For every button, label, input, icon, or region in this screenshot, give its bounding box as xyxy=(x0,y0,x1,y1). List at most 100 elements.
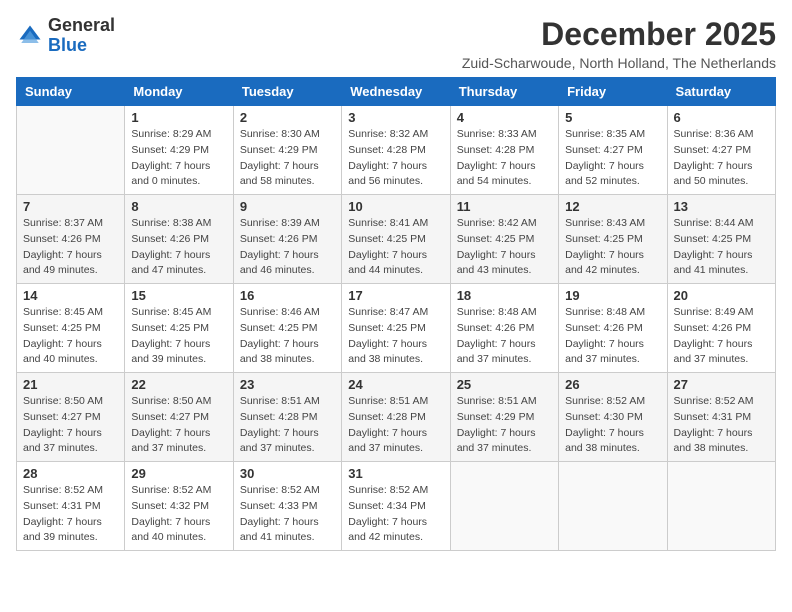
day-number: 8 xyxy=(131,199,226,214)
table-row: 2 Sunrise: 8:30 AMSunset: 4:29 PMDaylight… xyxy=(233,106,341,195)
day-info: Sunrise: 8:46 AMSunset: 4:25 PMDaylight:… xyxy=(240,305,335,368)
table-row: 4 Sunrise: 8:33 AMSunset: 4:28 PMDaylight… xyxy=(450,106,558,195)
table-row: 25Sunrise: 8:51 AMSunset: 4:29 PMDayligh… xyxy=(450,373,558,462)
day-number: 23 xyxy=(240,377,335,392)
day-number: 17 xyxy=(348,288,443,303)
table-row: 21Sunrise: 8:50 AMSunset: 4:27 PMDayligh… xyxy=(17,373,125,462)
table-row: 9Sunrise: 8:39 AMSunset: 4:26 PMDaylight… xyxy=(233,195,341,284)
table-row: 20Sunrise: 8:49 AMSunset: 4:26 PMDayligh… xyxy=(667,284,775,373)
table-row: 31 Sunrise: 8:52 AMSunset: 4:34 PMDayligh… xyxy=(342,462,450,551)
col-tuesday: Tuesday xyxy=(233,78,341,106)
day-info: Sunrise: 8:33 AMSunset: 4:28 PMDaylight:… xyxy=(457,127,552,190)
day-number: 4 xyxy=(457,110,552,125)
title-section: December 2025 Zuid-Scharwoude, North Hol… xyxy=(462,16,776,71)
day-info: Sunrise: 8:52 AMSunset: 4:30 PMDaylight:… xyxy=(565,394,660,457)
table-row: 26 Sunrise: 8:52 AMSunset: 4:30 PMDayligh… xyxy=(559,373,667,462)
table-row: 14 Sunrise: 8:45 AMSunset: 4:25 PMDayligh… xyxy=(17,284,125,373)
day-info: Sunrise: 8:30 AMSunset: 4:29 PMDaylight:… xyxy=(240,127,335,190)
day-info: Sunrise: 8:51 AMSunset: 4:28 PMDaylight:… xyxy=(348,394,443,457)
day-number: 18 xyxy=(457,288,552,303)
day-number: 28 xyxy=(23,466,118,481)
day-info: Sunrise: 8:29 AMSunset: 4:29 PMDaylight:… xyxy=(131,127,226,190)
calendar-table: Sunday Monday Tuesday Wednesday Thursday… xyxy=(16,77,776,551)
day-number: 20 xyxy=(674,288,769,303)
day-number: 1 xyxy=(131,110,226,125)
col-sunday: Sunday xyxy=(17,78,125,106)
col-saturday: Saturday xyxy=(667,78,775,106)
table-row: 5 Sunrise: 8:35 AMSunset: 4:27 PMDaylight… xyxy=(559,106,667,195)
day-info: Sunrise: 8:48 AMSunset: 4:26 PMDaylight:… xyxy=(565,305,660,368)
table-row: 13 Sunrise: 8:44 AMSunset: 4:25 PMDayligh… xyxy=(667,195,775,284)
table-row: 10 Sunrise: 8:41 AMSunset: 4:25 PMDayligh… xyxy=(342,195,450,284)
calendar-week-row: 28 Sunrise: 8:52 AMSunset: 4:31 PMDayligh… xyxy=(17,462,776,551)
day-info: Sunrise: 8:42 AMSunset: 4:25 PMDaylight:… xyxy=(457,216,552,279)
table-row: 7 Sunrise: 8:37 AMSunset: 4:26 PMDaylight… xyxy=(17,195,125,284)
calendar-week-row: 1 Sunrise: 8:29 AMSunset: 4:29 PMDaylight… xyxy=(17,106,776,195)
day-number: 22 xyxy=(131,377,226,392)
table-row: 22Sunrise: 8:50 AMSunset: 4:27 PMDayligh… xyxy=(125,373,233,462)
table-row: 1 Sunrise: 8:29 AMSunset: 4:29 PMDaylight… xyxy=(125,106,233,195)
day-info: Sunrise: 8:39 AMSunset: 4:26 PMDaylight:… xyxy=(240,216,335,279)
day-number: 10 xyxy=(348,199,443,214)
day-number: 2 xyxy=(240,110,335,125)
logo-text: General Blue xyxy=(48,16,115,56)
day-info: Sunrise: 8:37 AMSunset: 4:26 PMDaylight:… xyxy=(23,216,118,279)
table-row: 12Sunrise: 8:43 AMSunset: 4:25 PMDayligh… xyxy=(559,195,667,284)
col-wednesday: Wednesday xyxy=(342,78,450,106)
table-row: 17 Sunrise: 8:47 AMSunset: 4:25 PMDayligh… xyxy=(342,284,450,373)
day-info: Sunrise: 8:43 AMSunset: 4:25 PMDaylight:… xyxy=(565,216,660,279)
day-number: 29 xyxy=(131,466,226,481)
day-number: 15 xyxy=(131,288,226,303)
table-row: 24Sunrise: 8:51 AMSunset: 4:28 PMDayligh… xyxy=(342,373,450,462)
day-info: Sunrise: 8:52 AMSunset: 4:33 PMDaylight:… xyxy=(240,483,335,546)
col-monday: Monday xyxy=(125,78,233,106)
day-info: Sunrise: 8:35 AMSunset: 4:27 PMDaylight:… xyxy=(565,127,660,190)
table-row: 8Sunrise: 8:38 AMSunset: 4:26 PMDaylight… xyxy=(125,195,233,284)
logo: General Blue xyxy=(16,16,115,56)
table-row: 16 Sunrise: 8:46 AMSunset: 4:25 PMDayligh… xyxy=(233,284,341,373)
day-info: Sunrise: 8:45 AMSunset: 4:25 PMDaylight:… xyxy=(131,305,226,368)
day-number: 30 xyxy=(240,466,335,481)
day-info: Sunrise: 8:47 AMSunset: 4:25 PMDaylight:… xyxy=(348,305,443,368)
table-row xyxy=(450,462,558,551)
calendar-week-row: 21Sunrise: 8:50 AMSunset: 4:27 PMDayligh… xyxy=(17,373,776,462)
calendar-week-row: 7 Sunrise: 8:37 AMSunset: 4:26 PMDaylight… xyxy=(17,195,776,284)
day-info: Sunrise: 8:36 AMSunset: 4:27 PMDaylight:… xyxy=(674,127,769,190)
day-number: 27 xyxy=(674,377,769,392)
day-number: 26 xyxy=(565,377,660,392)
day-number: 5 xyxy=(565,110,660,125)
table-row xyxy=(17,106,125,195)
day-number: 16 xyxy=(240,288,335,303)
table-row: 23 Sunrise: 8:51 AMSunset: 4:28 PMDayligh… xyxy=(233,373,341,462)
day-number: 31 xyxy=(348,466,443,481)
table-row: 18Sunrise: 8:48 AMSunset: 4:26 PMDayligh… xyxy=(450,284,558,373)
table-row: 28 Sunrise: 8:52 AMSunset: 4:31 PMDayligh… xyxy=(17,462,125,551)
day-info: Sunrise: 8:52 AMSunset: 4:34 PMDaylight:… xyxy=(348,483,443,546)
table-row xyxy=(559,462,667,551)
day-info: Sunrise: 8:41 AMSunset: 4:25 PMDaylight:… xyxy=(348,216,443,279)
day-info: Sunrise: 8:44 AMSunset: 4:25 PMDaylight:… xyxy=(674,216,769,279)
day-info: Sunrise: 8:51 AMSunset: 4:29 PMDaylight:… xyxy=(457,394,552,457)
table-row: 11Sunrise: 8:42 AMSunset: 4:25 PMDayligh… xyxy=(450,195,558,284)
calendar-header-row: Sunday Monday Tuesday Wednesday Thursday… xyxy=(17,78,776,106)
day-info: Sunrise: 8:45 AMSunset: 4:25 PMDaylight:… xyxy=(23,305,118,368)
col-thursday: Thursday xyxy=(450,78,558,106)
table-row: 15 Sunrise: 8:45 AMSunset: 4:25 PMDayligh… xyxy=(125,284,233,373)
col-friday: Friday xyxy=(559,78,667,106)
table-row: 30 Sunrise: 8:52 AMSunset: 4:33 PMDayligh… xyxy=(233,462,341,551)
location-title: Zuid-Scharwoude, North Holland, The Neth… xyxy=(462,55,776,71)
day-info: Sunrise: 8:32 AMSunset: 4:28 PMDaylight:… xyxy=(348,127,443,190)
day-number: 7 xyxy=(23,199,118,214)
day-number: 13 xyxy=(674,199,769,214)
day-number: 21 xyxy=(23,377,118,392)
month-title: December 2025 xyxy=(462,16,776,53)
logo-icon xyxy=(16,22,44,50)
day-number: 14 xyxy=(23,288,118,303)
day-info: Sunrise: 8:52 AMSunset: 4:31 PMDaylight:… xyxy=(23,483,118,546)
table-row: 27 Sunrise: 8:52 AMSunset: 4:31 PMDayligh… xyxy=(667,373,775,462)
calendar-week-row: 14 Sunrise: 8:45 AMSunset: 4:25 PMDayligh… xyxy=(17,284,776,373)
day-info: Sunrise: 8:52 AMSunset: 4:31 PMDaylight:… xyxy=(674,394,769,457)
day-number: 3 xyxy=(348,110,443,125)
day-info: Sunrise: 8:51 AMSunset: 4:28 PMDaylight:… xyxy=(240,394,335,457)
table-row: 19Sunrise: 8:48 AMSunset: 4:26 PMDayligh… xyxy=(559,284,667,373)
